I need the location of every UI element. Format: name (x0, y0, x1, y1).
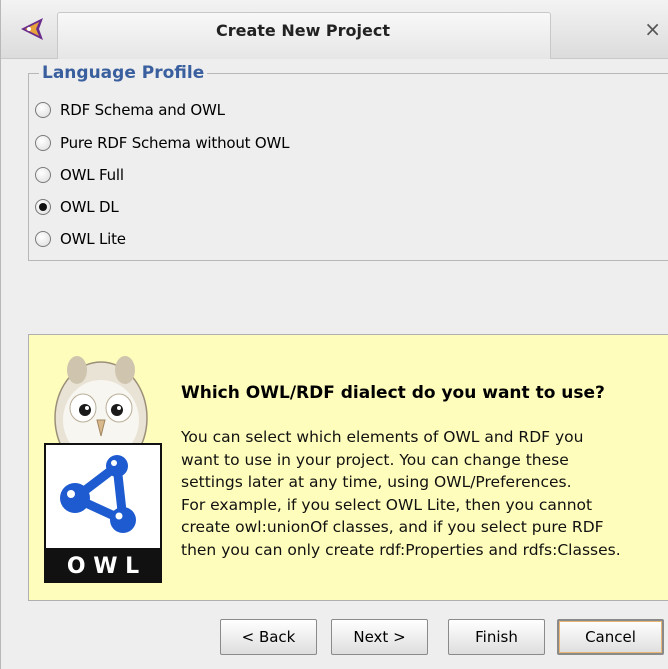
close-icon[interactable]: × (644, 17, 661, 41)
title-bar[interactable]: Create New Project × (1, 0, 668, 59)
radio-label: OWL DL (60, 198, 119, 216)
info-body: You can select which elements of OWL and… (181, 426, 661, 562)
radio-pure-rdf-schema[interactable]: Pure RDF Schema without OWL (35, 130, 290, 156)
radio-label: OWL Full (60, 166, 124, 184)
info-line: settings later at any time, using OWL/Pr… (181, 473, 572, 492)
owl-mascot-icon: O W L (44, 356, 162, 583)
radio-rdf-schema-and-owl[interactable]: RDF Schema and OWL (35, 97, 225, 123)
radio-owl-full[interactable]: OWL Full (35, 162, 124, 188)
owl-logo-text: O W L (67, 554, 139, 579)
radio-button-selected[interactable] (35, 199, 51, 215)
back-button[interactable]: < Back (220, 619, 317, 655)
info-heading: Which OWL/RDF dialect do you want to use… (181, 383, 605, 403)
protege-app-icon (21, 18, 43, 40)
info-line: For example, if you select OWL Lite, the… (181, 495, 593, 514)
info-line: want to use in your project. You can cha… (181, 450, 569, 469)
radio-label: OWL Lite (60, 230, 126, 248)
info-line: You can select which elements of OWL and… (181, 428, 584, 446)
language-profile-legend: Language Profile (39, 63, 208, 83)
radio-label: RDF Schema and OWL (60, 101, 225, 119)
radio-button[interactable] (35, 135, 51, 151)
info-line: then you can only create rdf:Properties … (181, 540, 621, 559)
info-line: create owl:unionOf classes, and if you s… (181, 518, 604, 537)
radio-label: Pure RDF Schema without OWL (60, 134, 290, 152)
radio-owl-dl[interactable]: OWL DL (35, 194, 119, 220)
create-new-project-dialog: Create New Project × Language Profile RD… (0, 0, 668, 669)
radio-owl-lite[interactable]: OWL Lite (35, 226, 126, 252)
window-title: Create New Project (215, 21, 391, 40)
radio-button[interactable] (35, 231, 51, 247)
next-button[interactable]: Next > (331, 619, 428, 655)
cancel-button[interactable]: Cancel (557, 619, 664, 655)
radio-button[interactable] (35, 102, 51, 118)
radio-button[interactable] (35, 167, 51, 183)
finish-button[interactable]: Finish (448, 619, 545, 655)
